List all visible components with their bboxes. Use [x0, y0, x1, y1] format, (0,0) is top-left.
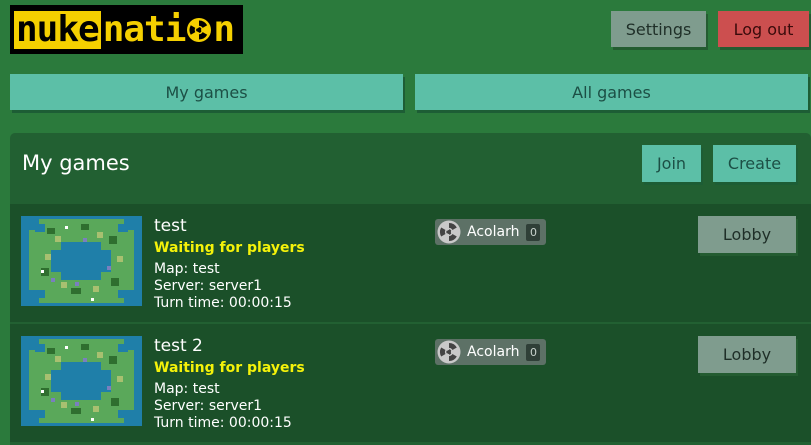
logo-nation-tail: n	[213, 8, 235, 50]
tab-my-games[interactable]: My games	[10, 74, 403, 110]
radiation-icon	[437, 340, 461, 364]
game-map: Map: test	[154, 381, 220, 397]
create-button[interactable]: Create	[713, 145, 796, 182]
lobby-button[interactable]: Lobby	[698, 336, 796, 373]
logout-button[interactable]: Log out	[718, 11, 809, 47]
lobby-button[interactable]: Lobby	[698, 216, 796, 253]
tab-all-games[interactable]: All games	[415, 74, 808, 110]
game-status: Waiting for players	[154, 240, 305, 256]
player-count-badge: 0	[526, 223, 541, 241]
player-count-badge: 0	[526, 343, 541, 361]
game-server: Server: server1	[154, 278, 263, 294]
game-row: test Waiting for players Map: test Serve…	[10, 204, 811, 322]
game-row: test 2 Waiting for players Map: test Ser…	[10, 324, 811, 442]
radiation-icon	[187, 17, 212, 42]
player-name: Acolarh	[467, 224, 520, 240]
game-turn-time: Turn time: 00:00:15	[154, 415, 292, 431]
game-name: test	[154, 216, 187, 236]
logo-nation-text: nati	[102, 8, 187, 50]
game-status: Waiting for players	[154, 360, 305, 376]
player-chip: Acolarh 0	[435, 339, 546, 365]
nukenation-logo: nuke nati n	[10, 5, 243, 54]
map-thumbnail	[21, 336, 142, 426]
player-name: Acolarh	[467, 344, 520, 360]
game-name: test 2	[154, 336, 203, 356]
game-turn-time: Turn time: 00:00:15	[154, 295, 292, 311]
panel-title: My games	[22, 151, 130, 175]
join-button[interactable]: Join	[642, 145, 701, 182]
radiation-icon	[437, 220, 461, 244]
my-games-panel: My games Join Create test Waiting for pl…	[10, 133, 811, 445]
game-map: Map: test	[154, 261, 220, 277]
settings-button[interactable]: Settings	[611, 11, 706, 47]
game-server: Server: server1	[154, 398, 263, 414]
map-thumbnail	[21, 216, 142, 306]
player-chip: Acolarh 0	[435, 219, 546, 245]
logo-nuke-text: nuke	[14, 8, 101, 50]
